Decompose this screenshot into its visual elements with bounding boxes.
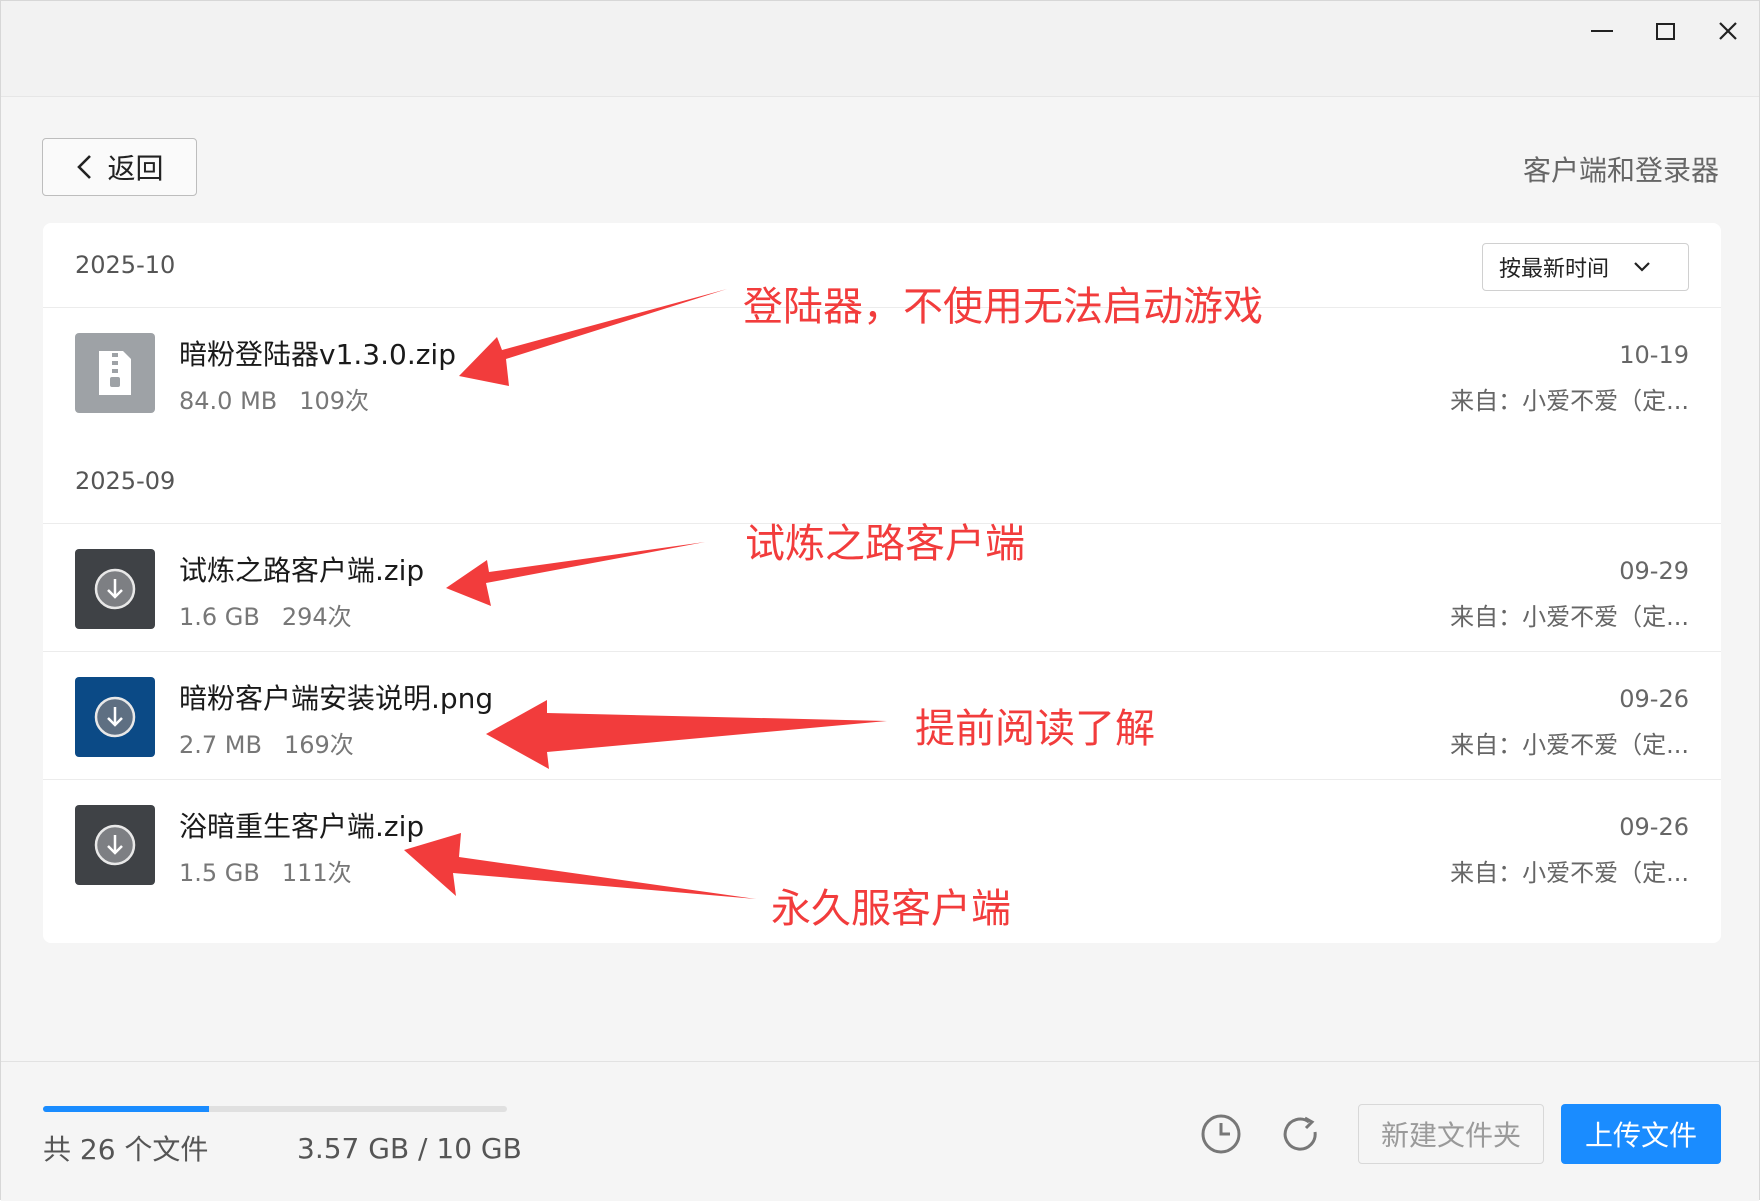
- group-header-month: 2025-10: [75, 251, 176, 279]
- status-footer: 共 26 个文件 3.57 GB / 10 GB 新建文件夹 上传文件: [1, 1061, 1759, 1201]
- annotation-label: 永久服客户端: [771, 886, 1011, 932]
- download-count: 111次: [281, 859, 352, 887]
- file-name: 试炼之路客户端.zip: [179, 554, 425, 587]
- group-header-month: 2025-09: [75, 467, 176, 495]
- file-date: 10-19: [1619, 341, 1689, 369]
- download-count: 294次: [281, 603, 352, 631]
- annotation-label: 试炼之路客户端: [745, 521, 1025, 567]
- maximize-icon: [1655, 22, 1675, 40]
- history-button[interactable]: [1197, 1110, 1245, 1158]
- file-meta: 84.0 MB 109次: [179, 381, 369, 416]
- download-file-icon: [75, 805, 155, 885]
- file-meta: 2.7 MB 169次: [179, 725, 354, 760]
- annotation-label: 提前阅读了解: [915, 706, 1155, 752]
- upload-file-button[interactable]: 上传文件: [1561, 1104, 1721, 1164]
- file-row[interactable]: 暗粉客户端安装说明.png 2.7 MB 169次 09-26 来自：小爱不爱（定…: [43, 651, 1721, 779]
- download-count: 169次: [283, 731, 354, 759]
- new-folder-button[interactable]: 新建文件夹: [1358, 1104, 1544, 1164]
- maximize-button[interactable]: [1635, 11, 1695, 51]
- file-meta: 1.6 GB 294次: [179, 597, 352, 632]
- minimize-button[interactable]: [1572, 11, 1632, 51]
- storage-progress-fill: [43, 1106, 209, 1112]
- file-size: 2.7 MB: [179, 731, 262, 759]
- back-button[interactable]: 返回: [42, 138, 197, 196]
- file-count: 共 26 个文件: [43, 1133, 209, 1166]
- file-name: 浴暗重生客户端.zip: [179, 810, 425, 843]
- file-size: 1.6 GB: [179, 603, 260, 631]
- back-button-label: 返回: [107, 152, 164, 185]
- zip-file-icon: [75, 333, 155, 413]
- annotation-label: 登陆器，不使用无法启动游戏: [743, 284, 1263, 330]
- file-meta: 1.5 GB 111次: [179, 853, 352, 888]
- download-count: 109次: [299, 387, 370, 415]
- storage-usage: 3.57 GB / 10 GB: [297, 1132, 522, 1165]
- title-bar: [1, 1, 1759, 97]
- image-file-icon: [75, 677, 155, 757]
- refresh-button[interactable]: [1277, 1110, 1325, 1158]
- file-uploader: 来自：小爱不爱（定...: [1450, 731, 1689, 759]
- storage-progress-bar: [43, 1106, 507, 1112]
- chevron-left-icon: [77, 155, 92, 179]
- sort-label: 按最新时间: [1499, 257, 1610, 282]
- app-window: 返回 客户端和登录器 2025-10 按最新时间 暗粉登陆器v1.3.0.zip…: [0, 0, 1760, 1201]
- chevron-down-icon: [1634, 262, 1650, 272]
- close-icon: [1719, 22, 1737, 40]
- file-name: 暗粉登陆器v1.3.0.zip: [179, 338, 456, 371]
- file-uploader: 来自：小爱不爱（定...: [1450, 387, 1689, 415]
- sort-dropdown[interactable]: 按最新时间: [1482, 243, 1689, 291]
- refresh-icon: [1283, 1116, 1317, 1151]
- file-uploader: 来自：小爱不爱（定...: [1450, 859, 1689, 887]
- file-uploader: 来自：小爱不爱（定...: [1450, 603, 1689, 631]
- folder-title: 客户端和登录器: [1522, 154, 1719, 187]
- close-button[interactable]: [1698, 11, 1758, 51]
- file-size: 84.0 MB: [179, 387, 278, 415]
- file-size: 1.5 GB: [179, 859, 260, 887]
- file-date: 09-26: [1619, 813, 1689, 841]
- file-name: 暗粉客户端安装说明.png: [179, 682, 494, 715]
- file-date: 09-29: [1619, 557, 1689, 585]
- minimize-icon: [1591, 30, 1613, 32]
- file-date: 09-26: [1619, 685, 1689, 713]
- clock-icon: [1201, 1114, 1241, 1154]
- download-file-icon: [75, 549, 155, 629]
